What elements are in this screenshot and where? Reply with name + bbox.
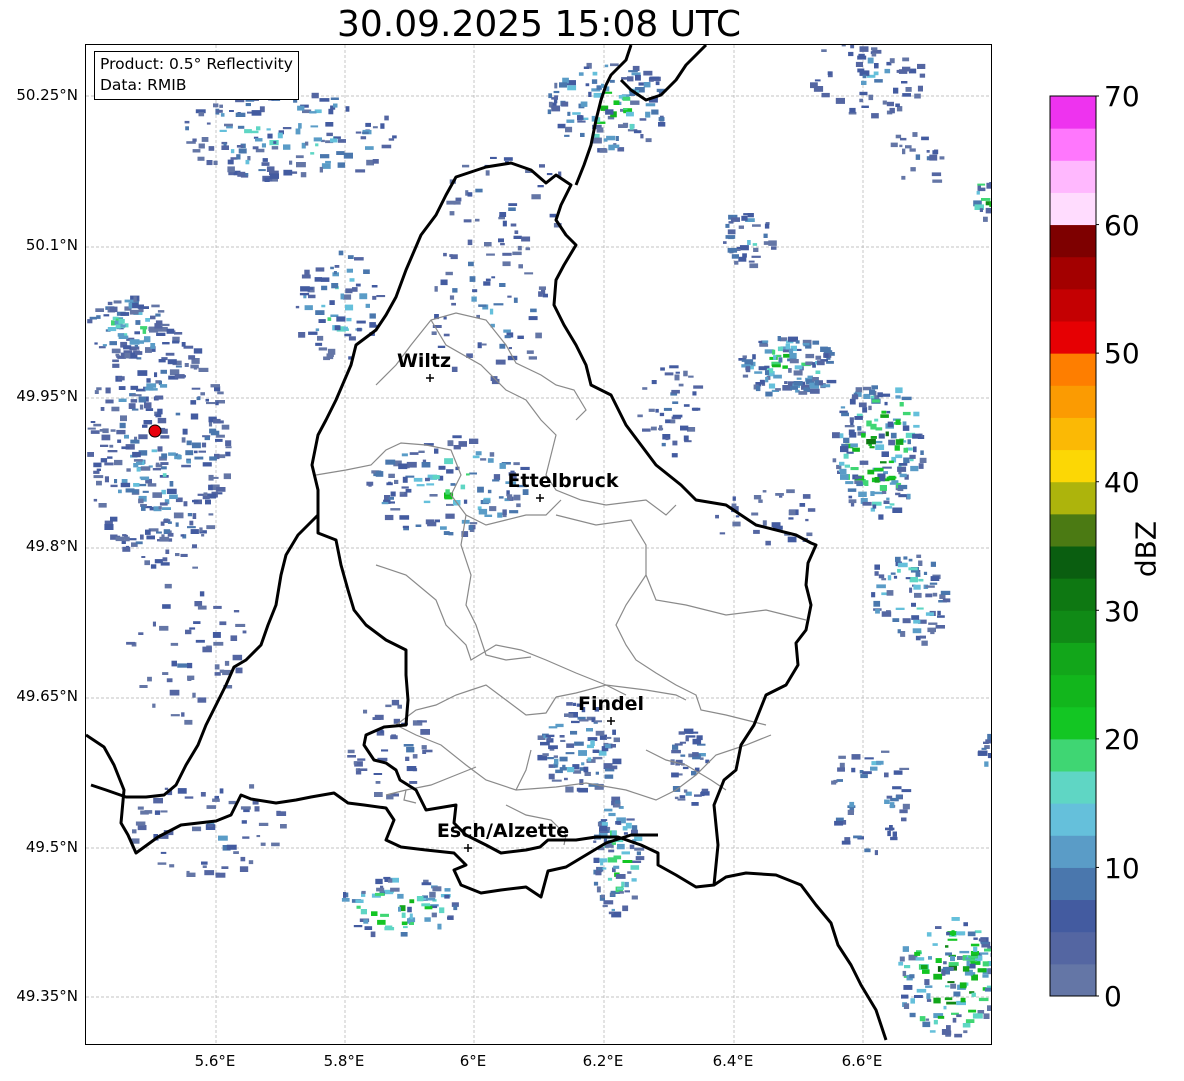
colorbar-bin (1050, 513, 1096, 547)
radar-echoes (87, 45, 991, 1038)
colorbar-bin (1050, 803, 1096, 836)
product-info-box: Product: 0.5° Reflectivity Data: RMIB (94, 51, 299, 100)
colorbar-tick-label: 0 (1104, 980, 1122, 1013)
colorbar-bin (1050, 481, 1096, 515)
colorbar-tick-label: 60 (1104, 209, 1140, 242)
colorbar-tick-label: 20 (1104, 723, 1140, 756)
colorbar-bin (1050, 192, 1096, 226)
colorbar-title: dBZ (1129, 520, 1163, 578)
colorbar-bin (1050, 353, 1096, 386)
city-label-ettelbruck: Ettelbruck (507, 470, 619, 492)
colorbar-bin (1050, 578, 1096, 611)
radar-map-figure: 30.09.2025 15:08 UTC Product: 0.5° Refle… (0, 0, 1184, 1081)
colorbar (1049, 95, 1099, 997)
colorbar-bin (1050, 256, 1096, 290)
colorbar-bin (1050, 706, 1096, 740)
map-panel[interactable] (85, 44, 992, 1045)
lon-tick-label: 6.6°E (841, 1052, 883, 1070)
lat-tick-label: 49.5°N (25, 838, 78, 856)
colorbar-bin (1050, 224, 1096, 258)
city-label-findel: Findel (577, 693, 645, 715)
lat-tick-label: 49.65°N (16, 687, 78, 705)
radar-site-marker (148, 424, 162, 438)
colorbar-tick-label: 40 (1104, 466, 1140, 499)
lon-tick-label: 5.8°E (323, 1052, 365, 1070)
city-label-wiltz: Wiltz (396, 350, 452, 372)
figure-title: 30.09.2025 15:08 UTC (336, 4, 742, 45)
lon-tick-label: 6.2°E (582, 1052, 624, 1070)
colorbar-bin (1050, 546, 1096, 579)
colorbar-bin (1050, 449, 1096, 483)
colorbar-bin (1050, 288, 1096, 322)
colorbar-bin (1050, 835, 1096, 868)
colorbar-tick-label: 50 (1104, 337, 1140, 370)
colorbar-bin (1050, 642, 1096, 676)
colorbar-bin (1050, 385, 1096, 418)
colorbar-bin (1050, 899, 1096, 933)
colorbar-bin (1050, 963, 1096, 997)
lon-tick-label: 6.4°E (712, 1052, 754, 1070)
map-canvas (86, 45, 991, 1044)
colorbar-bin (1050, 610, 1096, 643)
colorbar-bin (1050, 96, 1096, 129)
colorbar-bin (1050, 867, 1096, 901)
colorbar-bin (1050, 160, 1096, 193)
colorbar-tick-label: 30 (1104, 595, 1140, 628)
data-source-label: Data: RMIB (100, 76, 187, 94)
colorbar-tick-label: 10 (1104, 852, 1140, 885)
product-label: Product: 0.5° Reflectivity (100, 55, 293, 73)
colorbar-bin (1050, 771, 1096, 804)
colorbar-bin (1050, 321, 1096, 354)
colorbar-bin (1050, 674, 1096, 708)
city-label-esch-alzette: Esch/Alzette (436, 820, 570, 842)
lat-tick-label: 49.8°N (25, 537, 78, 555)
lon-tick-label: 5.6°E (194, 1052, 236, 1070)
colorbar-bin (1050, 738, 1096, 772)
lat-tick-label: 50.25°N (16, 86, 78, 104)
lat-tick-label: 50.1°N (25, 236, 78, 254)
colorbar-bin (1050, 128, 1096, 161)
lat-tick-label: 49.95°N (16, 387, 78, 405)
lat-tick-label: 49.35°N (16, 987, 78, 1005)
colorbar-bin (1050, 417, 1096, 451)
colorbar-bin (1050, 931, 1096, 965)
colorbar-tick-label: 70 (1104, 80, 1140, 113)
lon-tick-label: 6°E (459, 1052, 487, 1070)
